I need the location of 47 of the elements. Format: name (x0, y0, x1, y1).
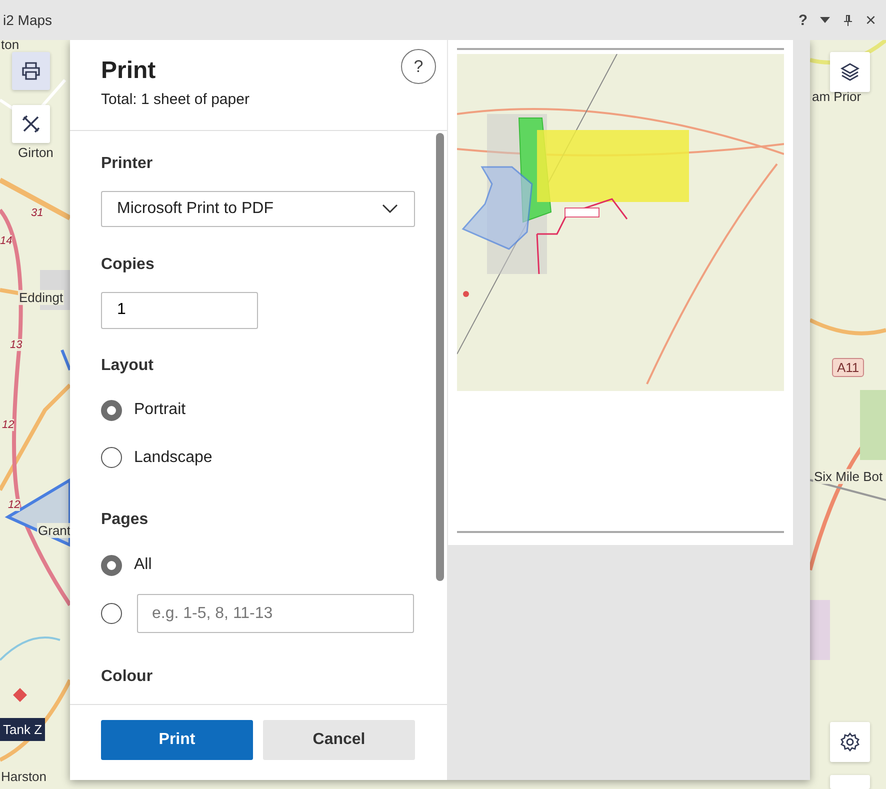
help-button[interactable]: ? (798, 12, 808, 28)
layers-icon (840, 62, 860, 82)
dialog-title: Print (101, 57, 156, 85)
cancel-button[interactable]: Cancel (263, 720, 415, 760)
sheet-count: Total: 1 sheet of paper (101, 91, 250, 108)
place-label: Grant (37, 523, 72, 538)
scrollbar-thumb[interactable] (436, 133, 444, 581)
printer-dropdown[interactable]: Microsoft Print to PDF (101, 190, 415, 228)
road-number: 13 (10, 339, 22, 351)
settings-icon (840, 732, 860, 752)
section-label: Copies (101, 256, 154, 275)
radio-label: All (134, 556, 152, 574)
section-label: Pages (101, 511, 148, 530)
chevron-down-icon (382, 204, 398, 214)
place-label: Six Mile Bot (813, 469, 884, 484)
place-label: Eddingt (18, 290, 64, 305)
section-label: Colour (101, 668, 153, 687)
road-number: 31 (31, 207, 44, 219)
place-label: Girton (17, 145, 54, 160)
road-number: 12 (8, 499, 20, 511)
close-button[interactable]: × (865, 11, 876, 29)
radio-button[interactable] (101, 554, 122, 576)
radio-button[interactable] (101, 400, 122, 421)
radio-label: Portrait (134, 401, 186, 420)
window-title: i2 Maps (3, 12, 52, 28)
road-shield: A11 (832, 358, 864, 377)
place-label: Harston (0, 769, 48, 784)
printer-icon (21, 62, 41, 80)
dropdown-icon[interactable] (819, 16, 832, 24)
radio-button[interactable] (101, 447, 122, 468)
page-range-field[interactable]: e.g. 1-5, 8, 11-13 (137, 594, 414, 634)
settings-button[interactable] (830, 722, 870, 762)
road-number: 14 (0, 235, 12, 247)
place-label: ton (0, 40, 20, 52)
layers-button[interactable] (830, 52, 870, 92)
measure-button[interactable] (12, 105, 50, 143)
pin-icon[interactable] (843, 14, 854, 26)
radio-label: Landscape (134, 448, 212, 467)
radio-button[interactable] (101, 603, 122, 624)
print-button[interactable]: Print (101, 720, 253, 760)
copies-field[interactable]: 1 (101, 292, 258, 329)
help-button[interactable]: ? (401, 49, 436, 84)
road-number: 12 (2, 419, 14, 431)
section-label: Printer (101, 155, 153, 174)
section-label: Layout (101, 356, 154, 376)
print-button[interactable] (12, 52, 50, 90)
marker-label: Tank Z (0, 718, 46, 741)
